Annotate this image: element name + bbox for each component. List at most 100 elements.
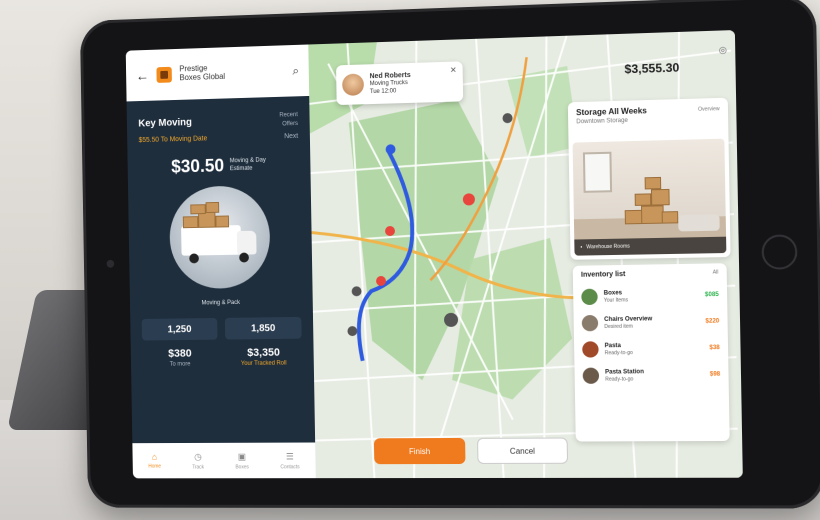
- bottom-nav: ⌂ Home ◷ Track ▣ Boxes ☰ Contacts: [132, 443, 315, 479]
- price-note: Moving & Day Estimate: [230, 158, 266, 173]
- app-screen: ← Prestige Boxes Global ⌕ Key Moving Rec…: [126, 30, 743, 478]
- moving-date-line: $55.50 To Moving Date Next: [139, 133, 299, 144]
- finish-button[interactable]: Finish: [374, 438, 466, 464]
- stat-3: $380 To more: [142, 347, 218, 367]
- stats-grid: 1,250 1,850 $380 To more $3,350 Your Tra…: [142, 317, 302, 368]
- search-icon[interactable]: ⌕: [292, 63, 299, 78]
- wheel-shape: [189, 253, 199, 263]
- list-item-value: $98: [710, 372, 720, 378]
- nav-label: Contacts: [280, 464, 299, 470]
- top-price: $3,555.30: [624, 60, 679, 76]
- warehouse-title-side[interactable]: Overview: [698, 106, 720, 114]
- list-item-desc: Ready-to-go: [605, 375, 704, 383]
- brand-line-2: Boxes Global: [179, 71, 284, 83]
- cancel-button[interactable]: Cancel: [477, 438, 568, 464]
- nav-label: Boxes: [235, 464, 249, 470]
- warehouse-title: Storage All Weeks: [576, 106, 647, 117]
- stat-box-2[interactable]: 1,850: [225, 317, 302, 340]
- list-item[interactable]: Chairs Overview Desired item $220: [582, 313, 720, 331]
- inventory-list-side[interactable]: All: [713, 269, 719, 276]
- stat-box-1[interactable]: 1,250: [142, 318, 218, 341]
- price-note-2: Estimate: [230, 165, 266, 173]
- main-price: $30.50: [171, 156, 224, 178]
- box-shape: [190, 204, 205, 214]
- warehouse-sub-row: Downtown Storage: [576, 115, 720, 125]
- box-shape: [206, 202, 220, 213]
- box-shape: [651, 189, 670, 206]
- nav-item-boxes[interactable]: ▣ Boxes: [235, 451, 249, 470]
- home-hardware-button[interactable]: [761, 234, 797, 269]
- right-top-price-area: $3,555.30 ◎: [575, 40, 730, 96]
- box-shape: [198, 212, 216, 228]
- close-icon[interactable]: ✕: [450, 66, 457, 75]
- list-item-avatar: [582, 341, 599, 357]
- window-shape: [583, 152, 612, 193]
- key-row: Key Moving Recent Offers: [138, 112, 298, 131]
- wheel-shape: [239, 253, 249, 263]
- nav-item-track[interactable]: ◷ Track: [192, 451, 204, 470]
- list-item-desc: Your Items: [604, 296, 699, 304]
- nav-label: Home: [148, 464, 161, 470]
- inventory-list-card: Inventory list All Boxes Your Items $085 Ch…: [573, 263, 730, 441]
- box-shape: [641, 205, 664, 224]
- camera-dot: [107, 260, 115, 268]
- brand-name: Prestige Boxes Global: [179, 62, 285, 83]
- warehouse-sub: Downtown Storage: [576, 118, 628, 125]
- moving-date-text: $55.50 To Moving Date: [139, 135, 208, 144]
- left-panel-body: Key Moving Recent Offers $55.50 To Movin…: [127, 96, 316, 443]
- list-item-avatar: [583, 368, 600, 384]
- list-item-text: Chairs Overview Desired item: [604, 314, 699, 330]
- sofa-shape: [678, 214, 720, 231]
- image-icon: ▪: [580, 244, 582, 250]
- clock-icon: ◷: [194, 451, 202, 462]
- truck-illustration: [169, 185, 271, 289]
- list-item-desc: Ready-to-go: [605, 349, 704, 357]
- key-side-recent[interactable]: Recent: [279, 112, 298, 118]
- list-item-desc: Desired item: [604, 322, 699, 330]
- list-item-value: $220: [705, 318, 719, 324]
- box-icon: ▣: [238, 451, 246, 462]
- left-panel: ← Prestige Boxes Global ⌕ Key Moving Rec…: [126, 45, 316, 479]
- target-icon[interactable]: ◎: [719, 45, 727, 56]
- box-shape: [215, 215, 229, 227]
- box-shape: [183, 216, 199, 228]
- warehouse-card[interactable]: Storage All Weeks Overview Downtown Stor…: [568, 98, 731, 260]
- stat-3-value: $380: [142, 347, 218, 360]
- home-icon: ⌂: [152, 452, 157, 462]
- driver-line-2: Tue 12:00: [370, 86, 445, 96]
- back-arrow-icon[interactable]: ←: [136, 68, 150, 84]
- map-view[interactable]: Ned Roberts Moving Trucks Tue 12:00 ✕ Fi…: [308, 30, 743, 478]
- tablet-device: ← Prestige Boxes Global ⌕ Key Moving Rec…: [80, 0, 820, 509]
- box-shape: [662, 211, 679, 224]
- inventory-list-header: Inventory list All: [581, 269, 719, 278]
- driver-card[interactable]: Ned Roberts Moving Trucks Tue 12:00 ✕: [336, 61, 463, 105]
- list-item-text: Pasta Ready-to-go: [605, 341, 704, 357]
- list-item-value: $38: [709, 345, 719, 351]
- left-panel-header: ← Prestige Boxes Global ⌕: [126, 45, 309, 102]
- key-moving-title: Key Moving: [138, 117, 192, 129]
- warehouse-caption: ▪ Warehouse Rooms: [574, 237, 726, 256]
- warehouse-header: Storage All Weeks Overview Downtown Stor…: [568, 98, 728, 132]
- stat-4-value: $3,350: [225, 347, 302, 360]
- list-item[interactable]: Pasta Ready-to-go $38: [582, 340, 720, 358]
- list-item[interactable]: Pasta Station Ready-to-go $98: [583, 366, 721, 383]
- list-item-avatar: [582, 315, 599, 331]
- nav-item-home[interactable]: ⌂ Home: [148, 452, 161, 470]
- truck-caption: Moving & Pack: [141, 299, 301, 307]
- nav-label: Track: [192, 464, 204, 470]
- warehouse-caption-text: Warehouse Rooms: [586, 244, 630, 251]
- box-shape: [645, 177, 662, 190]
- list-item[interactable]: Boxes Your Items $085: [581, 287, 719, 305]
- box-shape: [635, 193, 652, 206]
- stat-4: $3,350 Your Tracked Roll: [225, 347, 302, 368]
- inventory-list-title: Inventory list: [581, 271, 626, 279]
- truck-body: [181, 225, 241, 256]
- brand-logo: [156, 67, 172, 83]
- list-item-text: Boxes Your Items: [604, 288, 699, 304]
- warehouse-photo: ▪ Warehouse Rooms: [573, 139, 727, 256]
- list-item-value: $085: [705, 292, 719, 298]
- list-item-avatar: [581, 289, 598, 305]
- key-side-offers[interactable]: Offers: [282, 121, 298, 127]
- nav-item-contacts[interactable]: ☰ Contacts: [280, 451, 300, 470]
- moving-date-side[interactable]: Next: [284, 133, 298, 140]
